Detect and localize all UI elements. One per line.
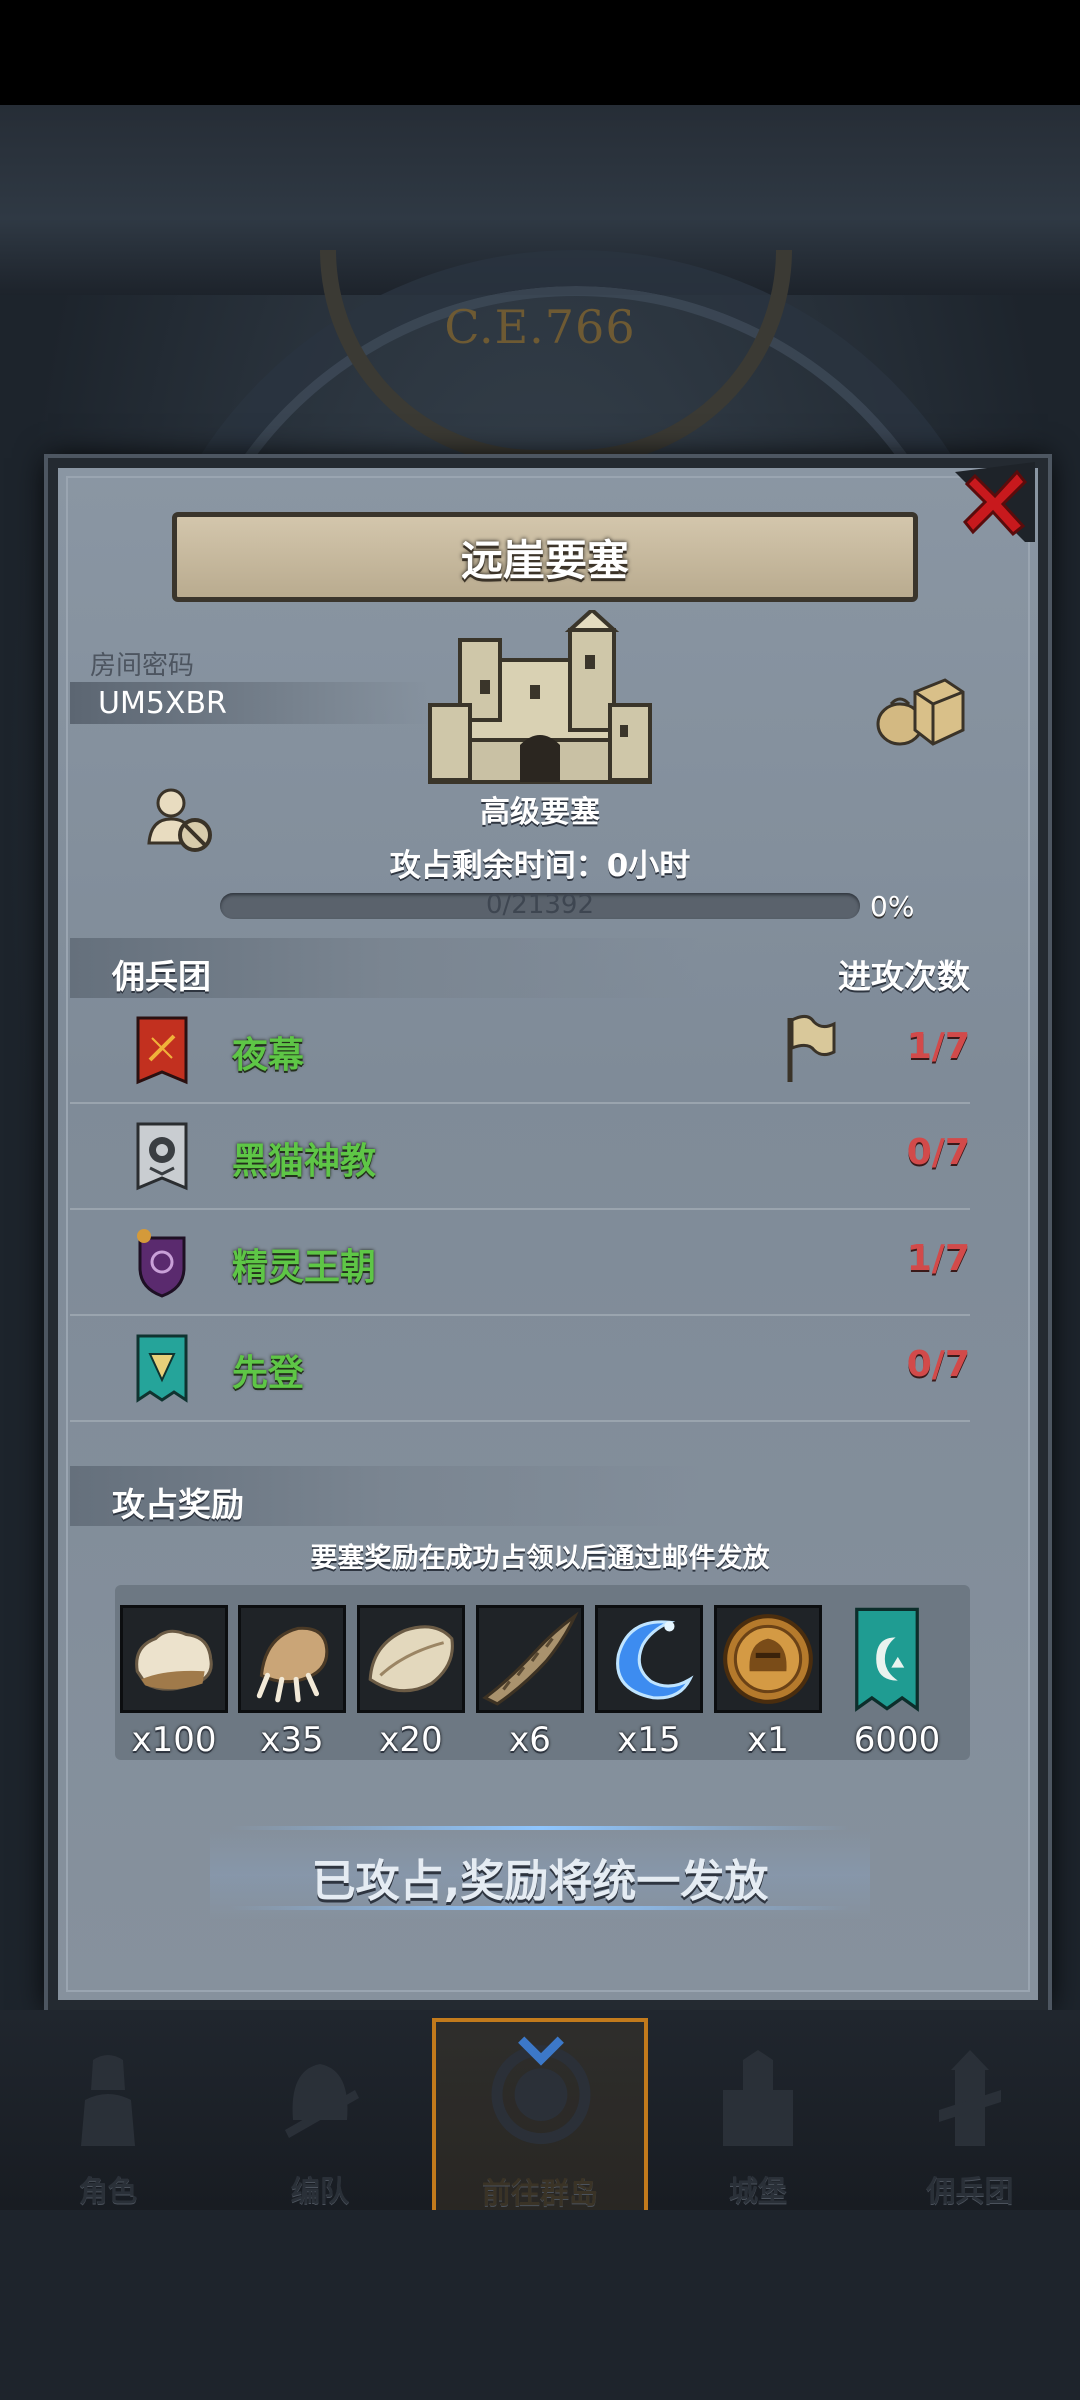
nav-label: 佣兵团	[926, 2174, 1014, 2208]
reward-header: 攻占奖励	[112, 1485, 244, 1524]
guild-row[interactable]: 先登 0/7	[70, 1316, 970, 1422]
silver-banner-icon	[136, 1122, 188, 1191]
capture-progress-text: 0/21392	[485, 890, 594, 920]
reward-item[interactable]	[833, 1605, 941, 1713]
guild-row[interactable]: 夜幕 1/7	[70, 998, 970, 1104]
flag-icon	[787, 1015, 836, 1082]
knight-icon	[81, 2055, 135, 2146]
guild-name: 精灵王朝	[232, 1247, 377, 1288]
nav-tab-castle[interactable]: 城堡	[668, 2040, 848, 2210]
guild-name: 先登	[232, 1353, 305, 1394]
nav-label: 城堡	[728, 2174, 787, 2208]
attack-count: 0/7	[906, 1344, 970, 1385]
status-bar	[0, 0, 1080, 105]
guild-name: 黑猫神教	[232, 1141, 377, 1182]
attack-count: 1/7	[906, 1238, 970, 1279]
fortress-image	[428, 610, 652, 784]
guild-row[interactable]: 黑猫神教 0/7	[70, 1104, 970, 1210]
nav-label: 角色	[78, 2174, 137, 2208]
guild-section-header: 佣兵团 进攻次数	[70, 938, 970, 998]
reward-qty: x35	[260, 1720, 324, 1760]
nav-tab-formation[interactable]: 编队	[230, 2040, 410, 2210]
era-label: C.E.766	[444, 300, 636, 354]
close-icon	[955, 462, 1035, 542]
castle-icon	[723, 2050, 793, 2146]
reward-section-header: 攻占奖励	[70, 1466, 970, 1526]
reward-item[interactable]	[714, 1605, 822, 1713]
claim-status-text: 已攻占,奖励将统一发放	[311, 1856, 769, 1907]
reward-item[interactable]	[120, 1605, 228, 1713]
room-code-label: 房间密码	[90, 651, 195, 681]
teal-banner-icon	[855, 1607, 919, 1712]
reward-qty: x1	[747, 1720, 789, 1760]
nav-label: 前往群岛	[481, 2176, 598, 2210]
room-code: UM5XBR	[70, 682, 430, 724]
reward-qty: x6	[509, 1720, 551, 1760]
helmet-icon	[285, 2064, 359, 2138]
capture-progress-percent: 0%	[870, 890, 915, 923]
purple-shield-icon	[137, 1229, 186, 1298]
guild-row[interactable]: 精灵王朝 1/7	[70, 1210, 970, 1316]
reward-qty: x100	[131, 1720, 217, 1760]
nav-tab-guild[interactable]: 佣兵团	[880, 2040, 1060, 2210]
guild-name: 夜幕	[232, 1035, 305, 1076]
reward-qty: 6000	[853, 1720, 941, 1760]
guild-column-label: 佣兵团	[112, 957, 211, 996]
nav-tab-islands[interactable]: 前往群岛	[432, 2018, 648, 2216]
reward-qty: x15	[617, 1720, 681, 1760]
reward-item[interactable]	[238, 1605, 346, 1713]
blue-crescent-icon	[616, 1620, 694, 1700]
tower-icon	[939, 2050, 1001, 2146]
reward-note: 要塞奖励在成功占领以后通过邮件发放	[310, 1543, 770, 1574]
teal-banner-icon	[136, 1334, 188, 1403]
compass-icon	[491, 2036, 591, 2145]
red-banner-icon	[136, 1016, 188, 1085]
attack-count-column-label: 进攻次数	[838, 957, 970, 996]
capture-timer: 攻占剩余时间：0小时	[389, 848, 691, 884]
reward-qty: x20	[379, 1720, 443, 1760]
pelt-icon	[368, 1625, 454, 1693]
fur-icon	[135, 1629, 213, 1691]
bottom-fill	[0, 2210, 1080, 2400]
dialog-title: 远崖要塞	[172, 512, 918, 602]
nav-tab-character[interactable]: 角色	[18, 2040, 198, 2210]
close-button[interactable]	[955, 462, 1035, 542]
nav-label: 编队	[290, 2174, 349, 2208]
claim-divider	[230, 1906, 850, 1910]
knight-medal-icon	[723, 1614, 813, 1704]
horn-icon	[482, 1611, 579, 1706]
reward-item[interactable]	[595, 1605, 703, 1713]
reward-item[interactable]	[357, 1605, 465, 1713]
attack-count: 0/7	[906, 1132, 970, 1173]
claw-icon	[256, 1626, 329, 1703]
attack-count: 1/7	[906, 1026, 970, 1067]
supplies-icon[interactable]	[875, 672, 965, 747]
reward-item[interactable]	[476, 1605, 584, 1713]
